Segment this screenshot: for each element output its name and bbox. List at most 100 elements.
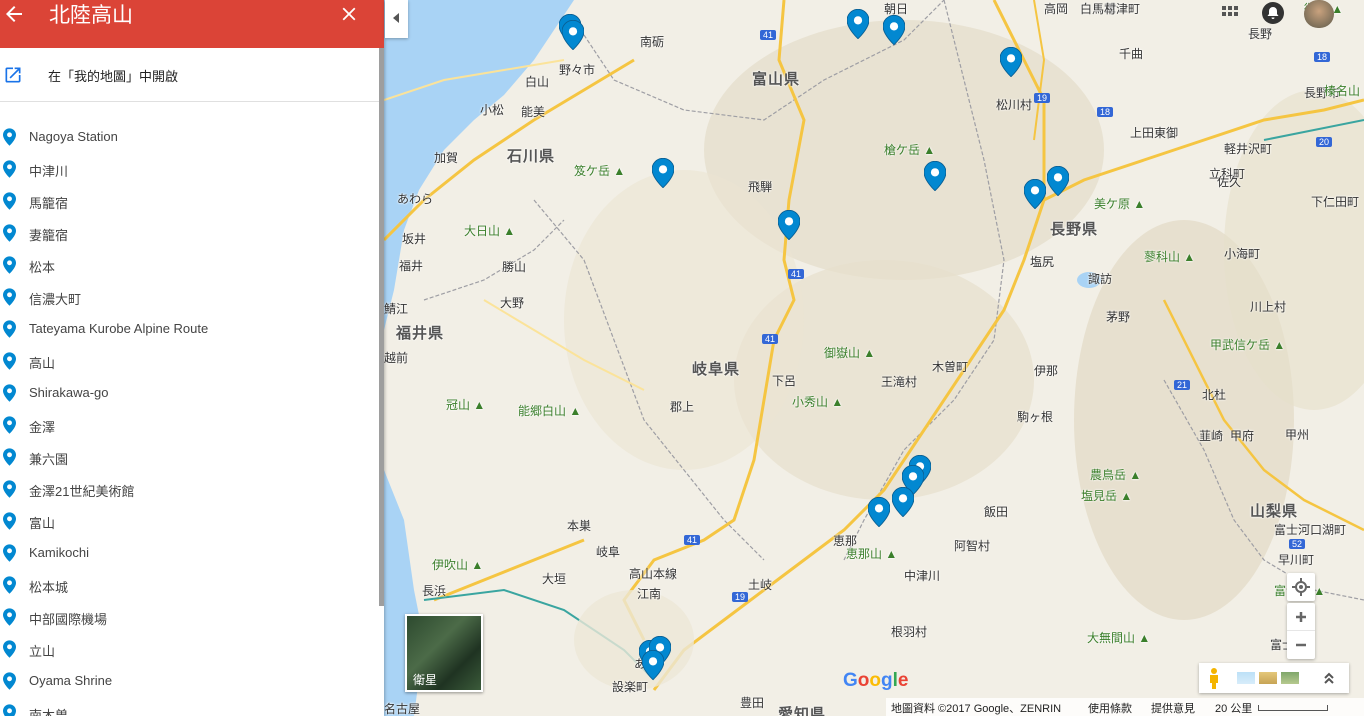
city-label: 下呂 xyxy=(772,374,797,388)
list-item[interactable]: Nagoya Station xyxy=(0,120,380,152)
list-item[interactable]: 中津川 xyxy=(0,152,380,184)
map-marker-icon[interactable] xyxy=(562,20,584,50)
list-item[interactable]: 松本城 xyxy=(0,568,380,600)
apps-icon[interactable] xyxy=(1220,4,1260,22)
place-pin-icon xyxy=(3,224,16,242)
satellite-toggle[interactable]: 衛星 xyxy=(405,614,483,692)
list-item[interactable]: 馬籠宿 xyxy=(0,184,380,216)
map-marker-icon[interactable] xyxy=(652,158,674,188)
place-name: Kamikochi xyxy=(29,545,89,560)
my-location-icon xyxy=(1292,578,1310,596)
mountain-label: 甲武信ケ岳 ▲ xyxy=(1210,338,1286,352)
notifications-icon[interactable] xyxy=(1262,2,1284,24)
list-item[interactable]: 金澤 xyxy=(0,408,380,440)
city-label: 高岡 xyxy=(1044,2,1069,16)
city-label: 中津川 xyxy=(904,569,941,583)
city-label: 諏訪 xyxy=(1088,272,1113,286)
list-item[interactable]: Kamikochi xyxy=(0,536,380,568)
mountain-label: 冠山 ▲ xyxy=(446,398,486,412)
route-shield: 18 xyxy=(1097,107,1114,117)
map-marker-icon[interactable] xyxy=(883,15,905,45)
place-pin-icon xyxy=(3,416,16,434)
place-pin-icon xyxy=(3,288,16,306)
map-marker-icon[interactable] xyxy=(847,9,869,39)
sidebar-scrollbar[interactable] xyxy=(379,48,384,606)
city-label: 勝山 xyxy=(502,260,527,274)
list-item[interactable]: 兼六園 xyxy=(0,440,380,472)
mountain-label: 蓼科山 ▲ xyxy=(1144,250,1196,264)
map-marker-icon[interactable] xyxy=(924,161,946,191)
terrain-thumbnail[interactable] xyxy=(1237,672,1255,684)
list-item[interactable]: Oyama Shrine xyxy=(0,664,380,696)
map-marker-icon[interactable] xyxy=(1047,166,1069,196)
google-logo: Google xyxy=(843,670,909,691)
expand-up-icon[interactable] xyxy=(1321,670,1337,686)
city-label: 大野 xyxy=(500,296,525,310)
photo-thumbnail[interactable] xyxy=(1281,672,1299,684)
list-item[interactable]: 信濃大町 xyxy=(0,280,380,312)
city-label: 高山本線 xyxy=(629,567,678,581)
city-label: あわら xyxy=(397,192,434,206)
map-marker-icon[interactable] xyxy=(1000,47,1022,77)
place-name: 兼六園 xyxy=(29,452,69,467)
city-label: 塩尻 xyxy=(1030,255,1055,269)
app-root: 北陸高山 在「我的地圖」中開啟 Nagoya Station 中津川 馬籠宿 妻籠宿松… xyxy=(0,0,1364,716)
city-label: 小松 xyxy=(480,103,505,117)
list-item[interactable]: Shirakawa-go xyxy=(0,376,380,408)
list-item[interactable]: 高山 xyxy=(0,344,380,376)
prefecture-label: 山梨県 xyxy=(1250,503,1299,520)
close-icon[interactable] xyxy=(338,3,360,25)
city-label: 設楽町 xyxy=(612,680,649,694)
feedback-link[interactable]: 提供意見 xyxy=(1151,700,1195,716)
mountain-label: 槍ケ岳 ▲ xyxy=(884,143,936,157)
place-pin-icon xyxy=(3,256,16,274)
sidebar-header: 北陸高山 xyxy=(0,0,384,48)
place-pin-icon xyxy=(3,544,16,562)
traffic-thumbnail[interactable] xyxy=(1259,672,1277,684)
city-label: 茅野 xyxy=(1106,310,1131,324)
place-name: 信濃大町 xyxy=(29,292,82,307)
city-label: 福井 xyxy=(399,259,424,273)
list-item[interactable]: 富山 xyxy=(0,504,380,536)
prefecture-label: 石川県 xyxy=(507,148,556,165)
list-item[interactable]: 立山 xyxy=(0,632,380,664)
city-label: 坂井 xyxy=(402,232,427,246)
prefecture-label: 長野県 xyxy=(1050,221,1099,238)
list-item[interactable]: 中部國際機場 xyxy=(0,600,380,632)
list-item[interactable]: 金澤21世紀美術館 xyxy=(0,472,380,504)
user-avatar[interactable] xyxy=(1304,0,1334,28)
city-label: 川上村 xyxy=(1250,300,1287,314)
list-item[interactable]: 南木曽 xyxy=(0,696,380,716)
my-location-button[interactable] xyxy=(1287,573,1315,601)
zoom-in-button[interactable] xyxy=(1287,603,1315,631)
map-marker-icon[interactable] xyxy=(892,487,914,517)
city-label: 下仁田町 xyxy=(1311,195,1360,209)
place-pin-icon xyxy=(3,192,16,210)
zoom-out-button[interactable] xyxy=(1287,631,1315,659)
city-label: 佐久 xyxy=(1217,175,1242,189)
city-label: 南砺 xyxy=(640,35,665,49)
city-label: 東御 xyxy=(1154,126,1179,140)
list-item[interactable]: Tateyama Kurobe Alpine Route xyxy=(0,312,380,344)
map-marker-icon[interactable] xyxy=(778,210,800,240)
open-in-my-maps-link[interactable]: 在「我的地圖」中開啟 xyxy=(0,48,380,102)
place-pin-icon xyxy=(3,512,16,530)
map-marker-icon[interactable] xyxy=(1024,179,1046,209)
satellite-label: 衛星 xyxy=(413,673,438,687)
list-item[interactable]: 妻籠宿 xyxy=(0,216,380,248)
terms-link[interactable]: 使用條款 xyxy=(1088,700,1132,716)
map-marker-icon[interactable] xyxy=(868,497,890,527)
route-shield: 41 xyxy=(762,334,779,344)
list-item[interactable]: 松本 xyxy=(0,248,380,280)
back-arrow-icon[interactable] xyxy=(2,2,26,26)
collapse-sidebar-button[interactable] xyxy=(385,0,408,38)
city-label: 韮崎 xyxy=(1199,429,1224,443)
place-pin-icon xyxy=(3,640,16,658)
pegman-icon[interactable] xyxy=(1205,667,1223,689)
place-pin-icon xyxy=(3,672,16,690)
city-label: 江南 xyxy=(637,587,662,601)
map-canvas[interactable]: 富山県 石川県 福井県 岐阜県 長野県 山梨県 愛知県 野々市 白山 小松 能美 加賀 あわら 坂井 福井 勝… xyxy=(384,0,1364,716)
place-name: 松本 xyxy=(29,260,56,275)
map-marker-icon[interactable] xyxy=(642,650,664,680)
map-layers-bar xyxy=(1199,663,1349,693)
